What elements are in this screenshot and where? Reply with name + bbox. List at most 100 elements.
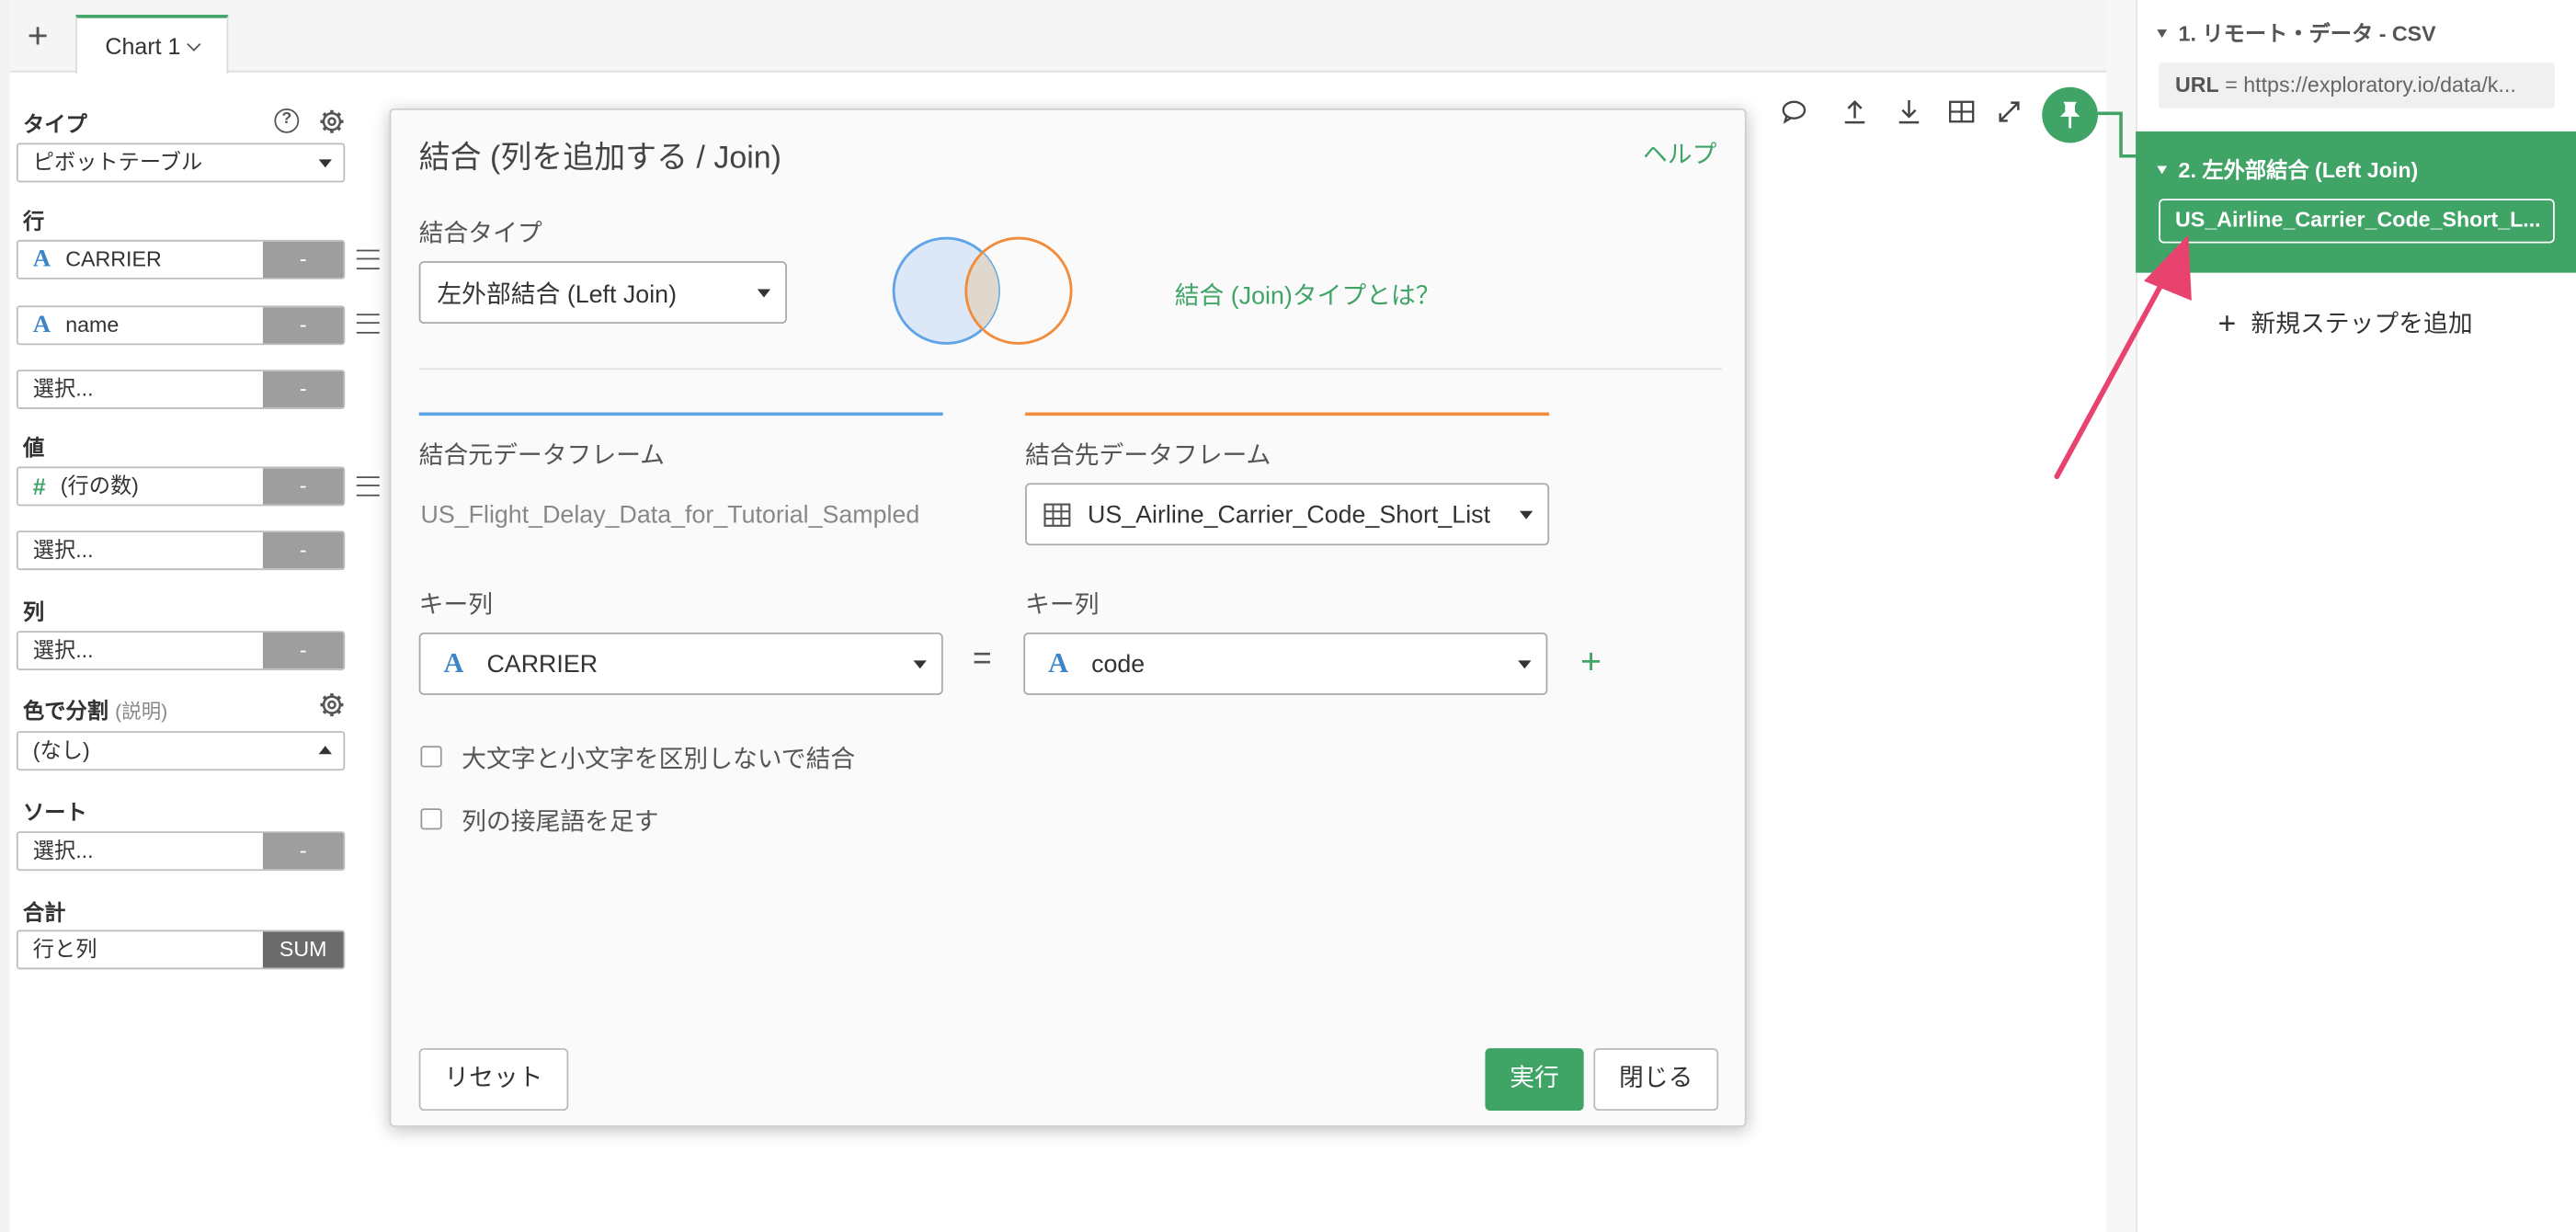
row-field-name: CARRIER bbox=[65, 246, 162, 271]
upload-icon[interactable] bbox=[1840, 97, 1869, 126]
source-accent-line bbox=[418, 412, 943, 416]
step-1-title[interactable]: 1. リモート・データ - CSV bbox=[2157, 17, 2436, 48]
table-icon[interactable] bbox=[1947, 97, 1977, 126]
run-button[interactable]: 実行 bbox=[1485, 1048, 1584, 1112]
caret-down-icon bbox=[1519, 510, 1533, 519]
value-remove-button[interactable]: - bbox=[262, 531, 344, 569]
values-label: 値 bbox=[23, 435, 45, 461]
key-column-right-select[interactable]: A code bbox=[1023, 632, 1548, 695]
tab-bar bbox=[9, 0, 2106, 73]
rows-label: 行 bbox=[23, 208, 45, 234]
caret-down-icon bbox=[913, 660, 927, 669]
row-field-carrier[interactable]: A CARRIER - bbox=[16, 239, 346, 279]
row-remove-button[interactable]: - bbox=[262, 241, 344, 279]
value-field-name: (行の数) bbox=[60, 473, 139, 498]
value-remove-button[interactable]: - bbox=[262, 468, 344, 505]
join-type-select[interactable]: 左外部結合 (Left Join) bbox=[418, 261, 787, 325]
target-dataframe-label: 結合先データフレーム bbox=[1025, 441, 1271, 471]
download-icon[interactable] bbox=[1894, 97, 1923, 126]
ignore-case-checkbox[interactable] bbox=[420, 746, 442, 768]
sort-remove-button[interactable]: - bbox=[262, 833, 344, 870]
target-accent-line bbox=[1025, 412, 1550, 416]
color-select[interactable]: (なし) bbox=[16, 731, 346, 771]
color-label-text: 色で分割 bbox=[23, 698, 108, 724]
pin-button[interactable] bbox=[2042, 86, 2098, 143]
text-type-icon: A bbox=[32, 246, 51, 273]
numeric-type-icon: # bbox=[32, 473, 46, 500]
step-2-title[interactable]: 2. 左外部結合 (Left Join) bbox=[2157, 153, 2418, 184]
plus-icon: + bbox=[2217, 307, 2237, 342]
target-dataframe-value: US_Airline_Carrier_Code_Short_List bbox=[1087, 500, 1491, 529]
row-remove-button[interactable]: - bbox=[262, 307, 344, 344]
join-dialog: 結合 (列を追加する / Join) ヘルプ 結合タイプ 左外部結合 (Left… bbox=[389, 108, 1747, 1127]
col-field-select[interactable]: 選択... - bbox=[16, 631, 346, 671]
divider bbox=[418, 368, 1722, 371]
step-1-title-text: 1. リモート・データ - CSV bbox=[2178, 21, 2436, 47]
ignore-case-label: 大文字と小文字を区別しないで結合 bbox=[462, 746, 856, 774]
join-type-value: 左外部結合 (Left Join) bbox=[437, 279, 678, 309]
type-label: タイプ bbox=[23, 111, 87, 137]
help-link[interactable]: ヘルプ bbox=[1643, 136, 1716, 171]
target-dataframe-select[interactable]: US_Airline_Carrier_Code_Short_List bbox=[1025, 483, 1550, 546]
step-2-title-text: 2. 左外部結合 (Left Join) bbox=[2178, 157, 2419, 183]
add-key-button[interactable]: + bbox=[1580, 641, 1601, 683]
join-type-help-link[interactable]: 結合 (Join)タイプとは？ bbox=[1175, 278, 1441, 313]
text-type-icon: A bbox=[443, 647, 464, 679]
sort-select-placeholder: 選択... bbox=[32, 838, 94, 863]
chart-tab-label: Chart 1 bbox=[105, 32, 181, 60]
row-remove-button[interactable]: - bbox=[262, 371, 344, 408]
step-2-detail[interactable]: US_Airline_Carrier_Code_Short_L... bbox=[2159, 199, 2555, 244]
value-field-select[interactable]: 選択... - bbox=[16, 530, 346, 571]
value-select-placeholder: 選択... bbox=[32, 537, 94, 563]
total-value: 行と列 bbox=[32, 936, 97, 962]
text-type-icon: A bbox=[32, 312, 51, 339]
value-field-row-count[interactable]: # (行の数) - bbox=[16, 466, 346, 507]
pin-connector-line bbox=[2097, 111, 2137, 158]
sum-button[interactable]: SUM bbox=[262, 931, 344, 968]
step-1-detail-value: = https://exploratory.io/data/k... bbox=[2218, 72, 2516, 97]
caret-up-icon bbox=[318, 746, 332, 755]
row-field-name[interactable]: Aname - bbox=[16, 305, 346, 346]
left-join-venn-icon bbox=[892, 236, 1073, 345]
col-select-placeholder: 選択... bbox=[32, 637, 94, 663]
chart-type-value: ピボットテーブル bbox=[32, 149, 203, 175]
color-help-link[interactable]: (説明) bbox=[115, 700, 167, 723]
key-column-right-value: code bbox=[1091, 649, 1146, 679]
left-edge-strip bbox=[0, 0, 10, 1232]
gear-icon[interactable] bbox=[319, 108, 346, 135]
add-suffix-label: 列の接尾語を足す bbox=[462, 808, 659, 837]
triangle-down-icon bbox=[2157, 29, 2168, 39]
reset-button[interactable]: リセット bbox=[418, 1048, 569, 1112]
chart-type-select[interactable]: ピボットテーブル bbox=[16, 143, 346, 183]
drag-handle-icon[interactable] bbox=[356, 249, 380, 270]
color-label: 色で分割 (説明) bbox=[23, 693, 167, 724]
source-dataframe-label: 結合元データフレーム bbox=[418, 441, 665, 471]
drag-handle-icon[interactable] bbox=[356, 476, 380, 496]
dialog-title: 結合 (列を追加する / Join) bbox=[418, 141, 781, 177]
step-1-detail[interactable]: URL = https://exploratory.io/data/k... bbox=[2159, 62, 2555, 108]
expand-icon[interactable] bbox=[1994, 97, 2023, 126]
row-select-placeholder: 選択... bbox=[32, 376, 94, 402]
help-icon[interactable]: ? bbox=[274, 108, 300, 133]
sort-label: ソート bbox=[23, 800, 87, 826]
drag-handle-icon[interactable] bbox=[356, 314, 380, 334]
add-suffix-checkbox[interactable] bbox=[420, 808, 442, 830]
close-button[interactable]: 閉じる bbox=[1593, 1048, 1719, 1112]
total-label: 合計 bbox=[23, 900, 66, 926]
row-field-select[interactable]: 選択... - bbox=[16, 370, 346, 409]
tab-chart-1[interactable]: Chart 1 bbox=[75, 15, 229, 74]
add-tab-button[interactable]: + bbox=[17, 16, 59, 59]
chevron-down-icon bbox=[187, 37, 201, 51]
key-column-left-label: キー列 bbox=[418, 591, 494, 620]
cols-label: 列 bbox=[23, 599, 45, 625]
col-remove-button[interactable]: - bbox=[262, 632, 344, 669]
panel-gutter bbox=[2105, 0, 2137, 1232]
row-field-name-label: name bbox=[65, 312, 120, 337]
add-step-button[interactable]: + 新規ステップを追加 bbox=[2217, 305, 2472, 342]
sort-field-select[interactable]: 選択... - bbox=[16, 831, 346, 872]
total-field[interactable]: 行と列 SUM bbox=[16, 930, 346, 970]
gear-icon[interactable] bbox=[319, 691, 346, 718]
key-column-right-label: キー列 bbox=[1025, 591, 1100, 620]
key-column-left-select[interactable]: A CARRIER bbox=[418, 632, 943, 695]
comment-icon[interactable] bbox=[1779, 97, 1808, 126]
